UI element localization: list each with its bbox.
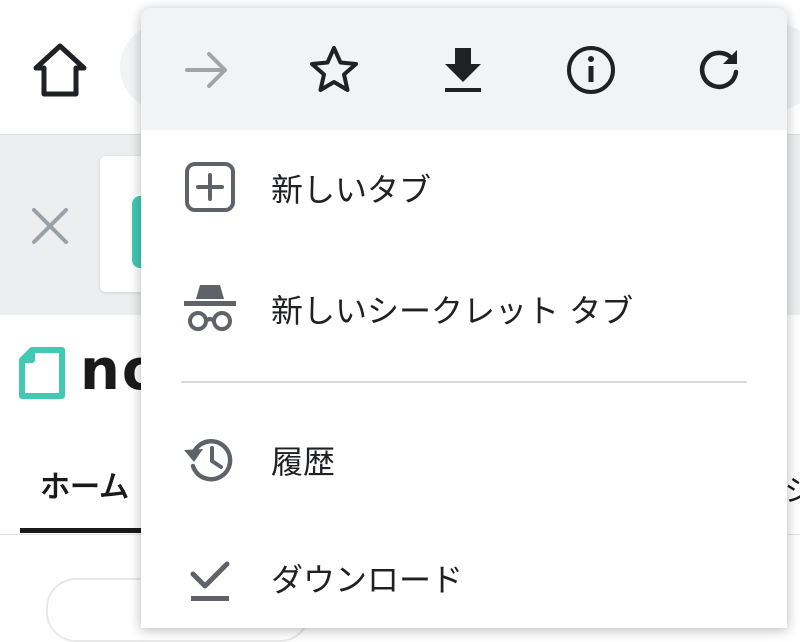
- info-icon: [567, 46, 615, 94]
- menu-icon-bar: [141, 8, 787, 130]
- menu-item-history[interactable]: 履歴: [141, 404, 787, 514]
- home-button[interactable]: [28, 40, 92, 100]
- menu-item-downloads[interactable]: ダウンロード: [141, 522, 787, 628]
- new-tab-icon: [181, 158, 239, 216]
- incognito-icon: [181, 279, 239, 337]
- nav-active-indicator: [20, 528, 150, 533]
- star-icon: [310, 46, 358, 92]
- downloads-icon: [181, 548, 239, 606]
- download-icon: [445, 48, 481, 92]
- menu-divider: [181, 381, 747, 383]
- download-page-button[interactable]: [437, 44, 489, 96]
- menu-item-label: 履歴: [271, 443, 336, 481]
- nav-tab-home[interactable]: ホーム: [40, 462, 129, 506]
- note-logo-icon[interactable]: [18, 346, 66, 400]
- reload-button[interactable]: [693, 44, 745, 96]
- menu-item-new-tab[interactable]: 新しいタブ: [141, 132, 787, 242]
- bookmark-button[interactable]: [308, 44, 360, 96]
- forward-button[interactable]: [181, 44, 233, 96]
- overflow-menu: 新しいタブ 新しいシークレット タブ 履歴 ダウンロード: [141, 8, 787, 628]
- close-icon: [32, 208, 68, 244]
- history-icon: [181, 430, 239, 488]
- tab-close-button[interactable]: [26, 202, 74, 250]
- home-icon: [33, 43, 87, 97]
- forward-icon: [185, 52, 227, 88]
- menu-item-label: ダウンロード: [271, 561, 464, 599]
- menu-item-label: 新しいシークレット タブ: [271, 292, 634, 330]
- reload-icon: [699, 50, 739, 90]
- menu-item-label: 新しいタブ: [271, 171, 432, 209]
- menu-item-new-incognito-tab[interactable]: 新しいシークレット タブ: [141, 253, 787, 363]
- page-info-button[interactable]: [565, 44, 617, 96]
